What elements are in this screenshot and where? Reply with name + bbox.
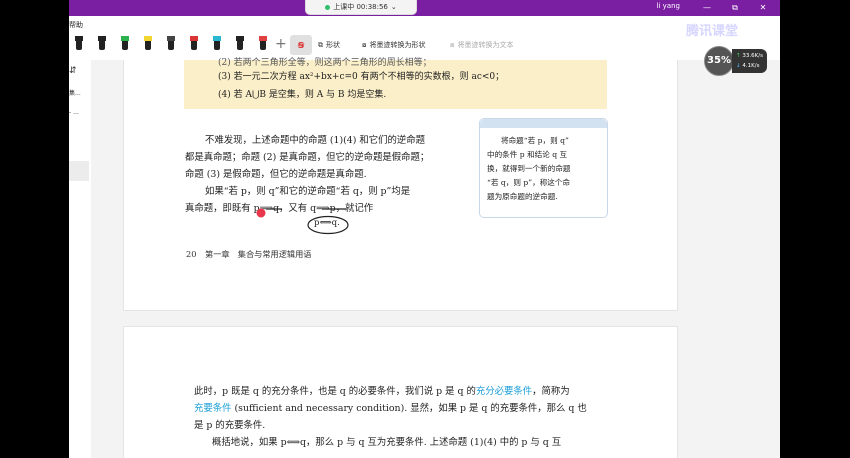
download-arrow-icon: ↓ xyxy=(736,63,741,69)
body-line-1: 不难发现，上述命题中的命题 (1)(4) 和它们的逆命题 xyxy=(205,135,426,146)
page2-line-2: 充要条件 (sufficient and necessary condition… xyxy=(194,400,587,414)
page-footer: 20 第一章 集合与常用逻辑用语 xyxy=(186,248,311,260)
sidebar-item-page[interactable]: - ... xyxy=(69,109,79,116)
download-speed: 4.1K/s xyxy=(742,63,760,69)
ink-to-shape-icon: ⧇ xyxy=(362,40,367,49)
class-status-bar[interactable]: 上课中 00:38:56 ⌄ xyxy=(305,0,417,15)
pen-tool-icon[interactable] xyxy=(236,36,244,50)
ink-to-text-icon: ⧈ xyxy=(450,40,455,49)
textbook-page-2: 此时，p 既是 q 的充分条件，也是 q 的必要条件，我们说 p 是 q 的充分… xyxy=(123,326,678,458)
page2-line-1-end: ，简称为 xyxy=(532,386,570,397)
sidebar-selected-page[interactable] xyxy=(69,161,89,181)
chapter-title: 第一章 集合与常用逻辑用语 xyxy=(205,249,312,259)
ink-to-shape-button[interactable]: ⧇ 将墨迹转换为形状 xyxy=(362,40,425,50)
body-line-5: 真命题，即既有 p⟹q，又有 q⟹p，就记作 xyxy=(185,203,374,214)
body-line-4: 如果“若 p，则 q”和它的逆命题“若 q，则 p”均是 xyxy=(205,186,411,197)
pen-tool-icon[interactable] xyxy=(213,36,221,50)
textbook-page-1: (2) 若两个三角形全等，则这两个三角形的周长相等； (3) 若一元二次方程 a… xyxy=(123,58,678,311)
shape-button[interactable]: ⧉ 形状 xyxy=(318,40,340,50)
page2-line-4: 概括地说，如果 p⟺q，那么 p 与 q 互为充要条件. 上述命题 (1)(4)… xyxy=(212,437,562,448)
sidebar: ⇵ 集... - ... xyxy=(69,60,91,458)
maximize-button[interactable]: ⧉ xyxy=(725,0,745,16)
proposition-2: (2) 若两个三角形全等，则这两个三角形的周长相等； xyxy=(218,58,432,68)
equivalence-formula: p⟺q. xyxy=(314,218,340,228)
body-line-3: 命题 (3) 是假命题，但它的逆命题是真命题. xyxy=(185,169,367,180)
pen-tool-icon[interactable] xyxy=(144,36,152,50)
ink-to-shape-label: 将墨迹转换为形状 xyxy=(369,41,426,49)
page2-line-2-text: (sufficient and necessary condition). 显然… xyxy=(231,403,587,414)
pen-body xyxy=(145,41,151,50)
close-button[interactable]: ✕ xyxy=(753,0,773,16)
user-name: li yang xyxy=(656,2,680,10)
pen-tool-icon[interactable] xyxy=(259,36,267,50)
pen-body xyxy=(122,41,128,50)
shape-icon: ⧉ xyxy=(318,40,323,49)
pen-body xyxy=(214,41,220,50)
add-pen-icon[interactable]: + xyxy=(275,36,287,52)
note-canvas[interactable]: (2) 若两个三角形全等，则这两个三角形的周长相等； (3) 若一元二次方程 a… xyxy=(91,58,780,458)
page2-line-3: 是 p 的充要条件. xyxy=(194,420,266,431)
pen-body xyxy=(260,41,266,50)
note-line-3: 换，就得到一个新的命题 xyxy=(487,164,571,173)
class-timer: 上课中 00:38:56 xyxy=(333,3,388,11)
term-necessary-sufficient: 充分必要条件 xyxy=(475,386,533,397)
sort-icon[interactable]: ⇵ xyxy=(69,66,77,76)
pen-tool-icon[interactable] xyxy=(190,36,198,50)
lasso-select-icon[interactable]: ꞩ xyxy=(290,35,312,55)
watermark-logo: 腾讯课堂 xyxy=(686,24,739,39)
proposition-4: (4) 若 A⋃B 是空集，则 A 与 B 均是空集. xyxy=(218,90,387,100)
margin-note-tab xyxy=(480,119,607,128)
sidebar-item-section[interactable]: 集... xyxy=(69,88,81,97)
pen-body xyxy=(237,41,243,50)
propositions-box: (2) 若两个三角形全等，则这两个三角形的周长相等； (3) 若一元二次方程 a… xyxy=(184,58,607,109)
pen-body xyxy=(99,41,105,50)
note-line-4: “若 q，则 p”，称这个命 xyxy=(487,178,571,187)
pen-tool-icon[interactable] xyxy=(98,36,106,50)
page-number: 20 xyxy=(186,249,197,259)
pen-body xyxy=(76,41,82,50)
app-window: li yang — ⧉ ✕ 帮助 + ꞩ ⧉ 形状 ⧇ 将墨迹转换为形状 ⧈ 将… xyxy=(69,0,780,458)
pen-body xyxy=(168,41,174,50)
pen-body xyxy=(191,41,197,50)
live-status-dot xyxy=(325,4,331,10)
pen-tool-icon[interactable] xyxy=(75,36,83,50)
cpu-usage: 35% xyxy=(704,46,734,76)
upload-speed: 33.6K/s xyxy=(742,53,763,59)
body-line-2: 都是真命题；命题 (2) 是真命题，但它的逆命题是假命题； xyxy=(185,152,430,163)
performance-badge[interactable]: 35% ↑ 33.6K/s ↓ 4.1K/s xyxy=(704,46,767,76)
title-bar: li yang — ⧉ ✕ xyxy=(69,0,780,16)
network-speeds: ↑ 33.6K/s ↓ 4.1K/s xyxy=(732,49,767,73)
term-sufficient-necessary: 充要条件 xyxy=(194,403,232,414)
proposition-3: (3) 若一元二次方程 ax²+bx+c=0 有两个不相等的实数根，则 ac<0… xyxy=(218,72,505,82)
minimize-button[interactable]: — xyxy=(697,0,717,16)
note-line-1: 将命题“若 p，则 q” xyxy=(501,136,569,145)
note-line-2: 中的条件 p 和结论 q 互 xyxy=(487,150,568,159)
page2-line-1: 此时，p 既是 q 的充分条件，也是 q 的必要条件，我们说 p 是 q 的充分… xyxy=(194,383,570,397)
note-line-5: 题为原命题的逆命题. xyxy=(487,192,558,201)
upload-arrow-icon: ↑ xyxy=(736,53,741,59)
shape-label: 形状 xyxy=(326,41,340,49)
menu-help[interactable]: 帮助 xyxy=(69,20,83,30)
chevron-down-icon[interactable]: ⌄ xyxy=(391,3,397,11)
ink-to-text-button[interactable]: ⧈ 将墨迹转换为文本 xyxy=(450,40,513,50)
ink-to-text-label: 将墨迹转换为文本 xyxy=(457,41,514,49)
page2-line-1-text: 此时，p 既是 q 的充分条件，也是 q 的必要条件，我们说 p 是 q 的 xyxy=(194,386,476,397)
pen-tool-icon[interactable] xyxy=(121,36,129,50)
margin-note: 将命题“若 p，则 q” 中的条件 p 和结论 q 互 换，就得到一个新的命题 … xyxy=(479,118,608,218)
pen-tool-icon[interactable] xyxy=(167,36,175,50)
